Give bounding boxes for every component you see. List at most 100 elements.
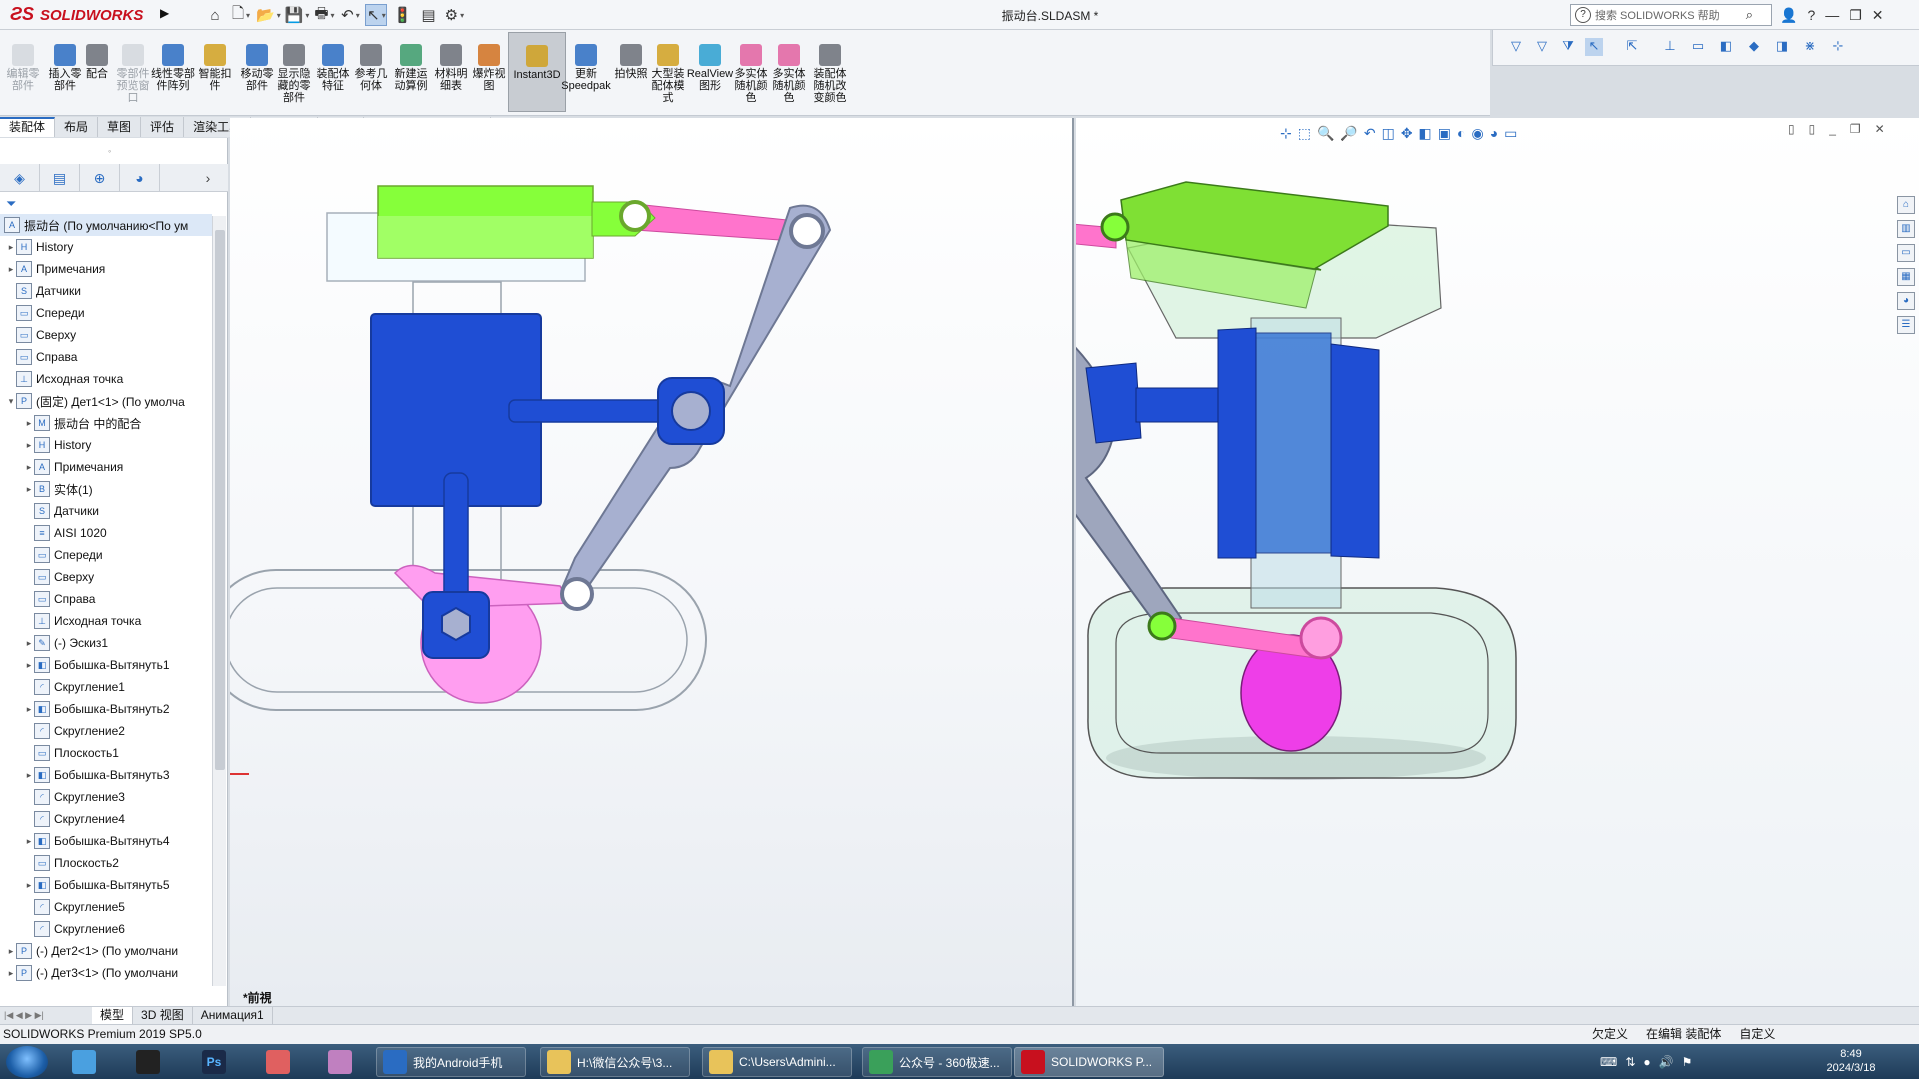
help-search-input[interactable]: ? 搜索 SOLIDWORKS 帮助 ⌕: [1570, 4, 1772, 26]
minimize-icon[interactable]: —: [1825, 7, 1839, 23]
status-item-2[interactable]: 自定义: [1739, 1025, 1775, 1044]
open-file-icon[interactable]: 📂 ▾: [256, 4, 281, 26]
expand-arrow-icon[interactable]: ▸: [24, 660, 34, 671]
zoom-area-icon[interactable]: ⬚: [1298, 125, 1311, 142]
zoom-selection-icon[interactable]: 🔎: [1340, 125, 1357, 142]
notification-icon[interactable]: ⚑: [1682, 1055, 1693, 1069]
select-pointer-icon[interactable]: ↖: [1585, 38, 1603, 56]
user-icon[interactable]: 👤: [1780, 7, 1797, 24]
tree-item[interactable]: ▸ ◧ Бобышка-Вытянуть1: [0, 654, 212, 676]
tree-item[interactable]: ▭ Спереди: [0, 302, 212, 324]
options-icon[interactable]: ⚙ ▾: [443, 4, 465, 26]
tab-0[interactable]: 装配体: [0, 117, 56, 137]
tree-item[interactable]: ▸ A Примечания: [0, 258, 212, 280]
displaymanager-tab-icon[interactable]: ◕: [120, 164, 160, 192]
expand-arrow-icon[interactable]: ▾: [6, 396, 16, 407]
face-filter-icon[interactable]: ◧: [1717, 38, 1735, 56]
expand-arrow-icon[interactable]: ▸: [24, 484, 34, 495]
viewport-close-icon[interactable]: ✕: [1875, 122, 1885, 136]
filter-icon[interactable]: ▽: [1507, 38, 1525, 56]
cmd-button-5[interactable]: 智能扣 件: [196, 44, 234, 114]
start-button-icon[interactable]: [6, 1046, 48, 1078]
expand-arrow-icon[interactable]: ▸: [24, 836, 34, 847]
zoom-to-fit-icon[interactable]: ⊹: [1280, 125, 1292, 142]
expand-arrow-icon[interactable]: ▸: [6, 242, 16, 253]
cmd-button-12[interactable]: 爆炸视 图: [472, 44, 506, 114]
hide-show-icon[interactable]: ◐: [1457, 125, 1465, 141]
section-view-icon[interactable]: ◫: [1382, 125, 1395, 142]
propertymanager-tab-icon[interactable]: ▤: [40, 164, 80, 192]
select-mode-icon[interactable]: ⇱: [1623, 38, 1641, 56]
taskbar-app-button[interactable]: C:\Users\Admini...: [702, 1047, 852, 1077]
close-icon[interactable]: ✕: [1872, 7, 1884, 24]
tree-root-assembly[interactable]: A 振动台 (По умолчанию<По ум: [0, 214, 212, 236]
solidworks-logo[interactable]: ƧS SOLIDWORKS: [10, 3, 156, 27]
viewport-tile-icon[interactable]: ▯: [1788, 122, 1795, 136]
tree-item[interactable]: ▸ H History: [0, 434, 212, 456]
volume-icon[interactable]: 🔊: [1659, 1055, 1674, 1069]
tab-1[interactable]: 布局: [55, 117, 99, 137]
file-properties-icon[interactable]: ▤: [417, 4, 439, 26]
taskbar-pinned-app-icon[interactable]: [66, 1047, 102, 1077]
apply-scene-icon[interactable]: ◕: [1490, 125, 1498, 141]
expand-arrow-icon[interactable]: ▸: [24, 638, 34, 649]
expand-arrow-icon[interactable]: ▸: [24, 418, 34, 429]
cmd-button-6[interactable]: 移动零 部件: [238, 44, 276, 114]
expand-arrow-icon[interactable]: ▸: [6, 968, 16, 979]
wechat-icon[interactable]: ●: [1643, 1055, 1650, 1069]
cmd-button-14[interactable]: 更新 Speedpak: [561, 44, 611, 114]
tabs-more-icon[interactable]: ›: [188, 164, 228, 192]
cmd-button-13[interactable]: Instant3D: [508, 32, 566, 112]
tree-item[interactable]: ▭ Сверху: [0, 324, 212, 346]
cmd-button-7[interactable]: 显示隐 藏的零 部件: [274, 44, 314, 114]
undo-icon[interactable]: ↶ ▾: [339, 4, 361, 26]
tree-item[interactable]: ▭ Справа: [0, 588, 212, 610]
tree-item[interactable]: ▸ P (-) Дет2<1> (По умолчани: [0, 940, 212, 962]
cmd-button-1[interactable]: 插入零 部件: [48, 44, 82, 114]
network-icon[interactable]: ⇅: [1625, 1055, 1635, 1069]
tree-item[interactable]: ◜ Скругление4: [0, 808, 212, 830]
save-icon[interactable]: 💾 ▾: [285, 4, 310, 26]
tree-filter-icon[interactable]: ⏷: [6, 196, 16, 212]
edit-appearance-icon[interactable]: ◉: [1471, 125, 1483, 142]
cmd-button-11[interactable]: 材料明 细表: [432, 44, 470, 114]
expand-arrow-icon[interactable]: ▸: [6, 264, 16, 275]
cmd-button-8[interactable]: 装配体 特征: [314, 44, 352, 114]
zoom-in-icon[interactable]: 🔍: [1317, 125, 1334, 142]
tree-item[interactable]: ▸ H History: [0, 236, 212, 258]
taskbar-pinned-app-3-icon[interactable]: [260, 1047, 296, 1077]
tree-item[interactable]: ≡ AISI 1020: [0, 522, 212, 544]
configurationmanager-tab-icon[interactable]: ⊕: [80, 164, 120, 192]
viewport-isometric[interactable]: [1076, 118, 1919, 1006]
tree-item[interactable]: ▸ B 实体(1): [0, 478, 212, 500]
viewport-front[interactable]: [230, 118, 1074, 1006]
tree-item[interactable]: ◜ Скругление5: [0, 896, 212, 918]
cmd-button-10[interactable]: 新建运 动算例: [392, 44, 430, 114]
tree-item[interactable]: ⊥ Исходная точка: [0, 368, 212, 390]
cmd-button-20[interactable]: 装配体 随机改 变颜色: [808, 44, 852, 114]
new-file-icon[interactable]: 🗋 ▾: [230, 4, 252, 26]
viewport-tile-2-icon[interactable]: ▯: [1809, 122, 1816, 136]
cmd-button-0[interactable]: 编辑零 部件: [4, 44, 42, 114]
expand-arrow-icon[interactable]: ▸: [24, 462, 34, 473]
solidworks-resources-icon[interactable]: ⌂: [1897, 196, 1915, 214]
view-settings-icon[interactable]: ▭: [1504, 125, 1517, 142]
cmd-button-3[interactable]: 零部件 预览窗 口: [116, 44, 150, 114]
search-icon[interactable]: ⌕: [1746, 7, 1753, 23]
previous-view-icon[interactable]: ↶: [1364, 125, 1376, 142]
tree-item[interactable]: S Датчики: [0, 500, 212, 522]
plane-filter-icon[interactable]: ▭: [1689, 38, 1707, 56]
design-library-icon[interactable]: ▥: [1897, 220, 1915, 238]
cmd-button-2[interactable]: 配合: [82, 44, 112, 114]
help-icon[interactable]: ?: [1807, 7, 1815, 23]
feature-tree-scrollbar[interactable]: [212, 216, 226, 986]
taskbar-pinned-app-4-icon[interactable]: [322, 1047, 358, 1077]
keyboard-icon[interactable]: ⌨: [1600, 1055, 1617, 1069]
tree-item[interactable]: ▸ ✎ (-) Эскиз1: [0, 632, 212, 654]
point-filter-icon[interactable]: ⋇: [1801, 38, 1819, 56]
display-style-icon[interactable]: ▣: [1438, 125, 1451, 142]
tree-item[interactable]: ◜ Скругление2: [0, 720, 212, 742]
tree-item[interactable]: ▭ Справа: [0, 346, 212, 368]
tree-item[interactable]: ◜ Скругление6: [0, 918, 212, 940]
edge-filter-icon[interactable]: ◆: [1745, 38, 1763, 56]
